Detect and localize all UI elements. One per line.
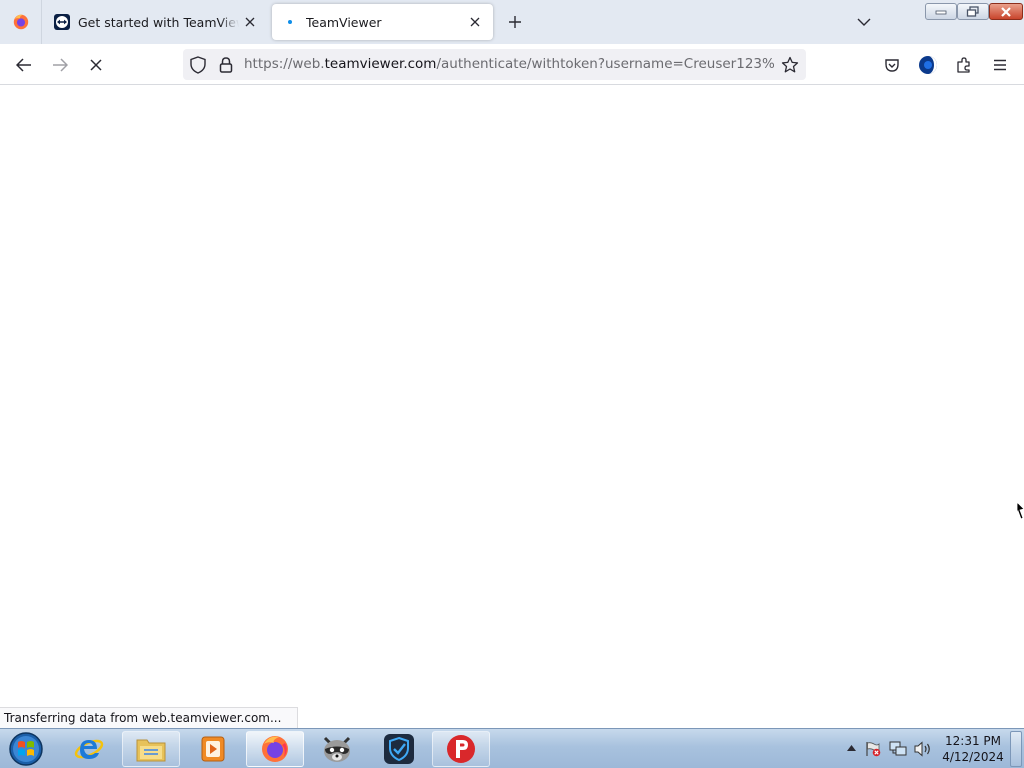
- pocket-button[interactable]: [879, 52, 905, 78]
- close-window-button[interactable]: [989, 3, 1023, 20]
- url-path: /authenticate/withtoken?username=Creuser…: [436, 56, 774, 72]
- psiphon-taskbar-button[interactable]: [432, 731, 490, 767]
- tab-teamviewer[interactable]: TeamViewer: [272, 4, 493, 40]
- psiphon-icon: [447, 735, 475, 763]
- minimize-icon: [935, 10, 947, 14]
- media-player-taskbar-button[interactable]: [184, 731, 242, 767]
- show-hidden-icons-button[interactable]: [844, 741, 858, 755]
- taskbar: 12:31 PM 4/12/2024: [0, 728, 1024, 768]
- system-clock[interactable]: 12:31 PM 4/12/2024: [940, 733, 1006, 765]
- firefox-icon: [13, 14, 28, 30]
- windows-start-icon: [9, 732, 43, 766]
- raccoon-app-icon: [323, 736, 351, 762]
- account-avatar-icon: [919, 56, 937, 74]
- raccoon-app-taskbar-button[interactable]: [308, 731, 366, 767]
- application-menu-button[interactable]: [987, 52, 1013, 78]
- action-center-flag-tray-button[interactable]: [864, 740, 882, 758]
- navigation-toolbar: https://web.teamviewer.com/authenticate/…: [0, 44, 1024, 85]
- restore-icon: [966, 5, 979, 17]
- start-button[interactable]: [6, 730, 46, 768]
- close-icon: [1001, 6, 1011, 17]
- tab-bar: Get started with TeamViewer Remote TeamV…: [0, 0, 1024, 44]
- new-tab-button[interactable]: [503, 10, 527, 34]
- bookmark-star-icon[interactable]: [780, 55, 800, 75]
- minimize-button[interactable]: [925, 3, 957, 20]
- list-all-tabs-button[interactable]: [852, 10, 876, 34]
- account-button[interactable]: [915, 52, 941, 78]
- forward-button[interactable]: [47, 52, 73, 78]
- pocket-icon: [885, 59, 899, 72]
- file-explorer-icon: [136, 739, 166, 762]
- url-text[interactable]: https://web.teamviewer.com/authenticate/…: [244, 56, 774, 74]
- tab-title: TeamViewer: [306, 14, 382, 30]
- stop-icon: [90, 59, 102, 71]
- forward-arrow-icon: [53, 58, 68, 72]
- address-bar[interactable]: https://web.teamviewer.com/authenticate/…: [183, 49, 806, 80]
- tab-get-started[interactable]: Get started with TeamViewer Remote: [44, 4, 266, 40]
- status-text: Transferring data from web.teamviewer.co…: [4, 711, 282, 725]
- teamviewer-icon: [54, 14, 70, 30]
- firefox-view-button[interactable]: [0, 0, 42, 44]
- media-player-icon: [201, 736, 225, 762]
- plus-icon: [509, 16, 521, 28]
- chevron-up-icon: [846, 745, 856, 751]
- clock-time: 12:31 PM: [945, 734, 1001, 748]
- security-shield-app-icon: [384, 734, 414, 764]
- loading-dot-icon: [282, 14, 298, 30]
- status-bar: Transferring data from web.teamviewer.co…: [0, 707, 299, 729]
- hamburger-menu-icon: [994, 59, 1006, 71]
- internet-explorer-icon: [74, 739, 104, 759]
- file-explorer-taskbar-button[interactable]: [122, 731, 180, 767]
- url-host: teamviewer.com: [324, 56, 437, 72]
- stop-loading-button[interactable]: [83, 52, 109, 78]
- clock-date: 4/12/2024: [942, 750, 1004, 764]
- page-content: [0, 85, 1024, 728]
- action-center-flag-icon: [866, 742, 881, 757]
- tab-title: Get started with TeamViewer Remote: [78, 14, 239, 30]
- puzzle-icon: [957, 57, 970, 73]
- network-icon: [889, 741, 907, 756]
- firefox-icon: [262, 736, 288, 762]
- close-tab-icon[interactable]: [467, 14, 483, 30]
- tracking-protection-shield-icon[interactable]: [188, 55, 208, 75]
- internet-explorer-taskbar-button[interactable]: [60, 731, 118, 767]
- network-tray-button[interactable]: [889, 740, 907, 758]
- back-arrow-icon: [16, 58, 31, 72]
- speaker-icon: [914, 741, 930, 757]
- volume-tray-button[interactable]: [914, 740, 932, 758]
- firefox-taskbar-button[interactable]: [246, 731, 304, 767]
- security-shield-app-taskbar-button[interactable]: [370, 731, 428, 767]
- chevron-down-icon: [857, 18, 871, 26]
- lock-icon[interactable]: [216, 55, 236, 75]
- restore-button[interactable]: [957, 3, 989, 20]
- back-button[interactable]: [11, 52, 37, 78]
- show-desktop-button[interactable]: [1010, 731, 1022, 767]
- close-tab-icon[interactable]: [245, 14, 256, 30]
- url-prefix: https://web.: [244, 56, 325, 72]
- mouse-cursor-icon: [1017, 502, 1024, 520]
- extensions-button[interactable]: [951, 52, 977, 78]
